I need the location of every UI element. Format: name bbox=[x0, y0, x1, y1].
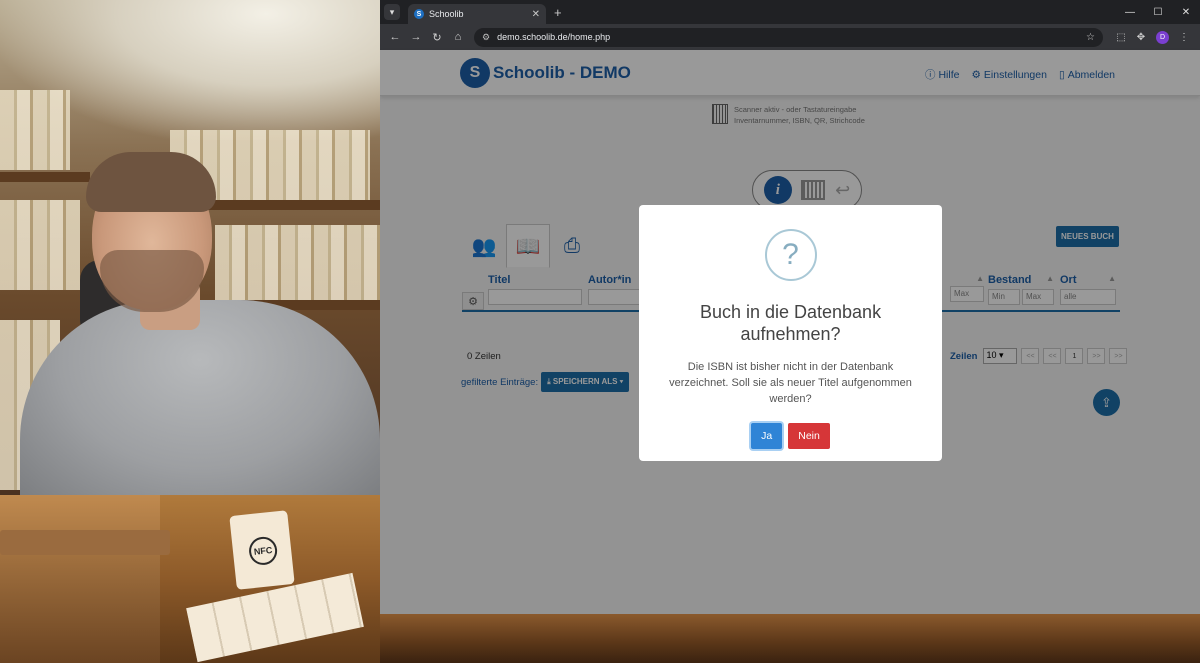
browser-tab[interactable]: S Schoolib ✕ bbox=[408, 4, 546, 24]
bookshelf bbox=[0, 90, 70, 170]
question-icon: ? bbox=[764, 229, 817, 281]
desk-strip bbox=[380, 614, 1200, 663]
menu-icon[interactable]: ⋮ bbox=[1174, 32, 1194, 43]
reload-icon[interactable]: ↻ bbox=[428, 31, 446, 44]
nfc-logo: NFC bbox=[247, 535, 279, 567]
tab-search-button[interactable]: ▾ bbox=[384, 4, 400, 20]
webcam-video bbox=[0, 0, 380, 495]
desk-left-panel bbox=[0, 495, 160, 663]
schoolib-favicon-icon: S bbox=[414, 9, 424, 19]
barcode-labels bbox=[186, 572, 364, 663]
dialog-buttons: Ja Nein bbox=[639, 423, 942, 449]
dialog-title: Buch in die Datenbank aufnehmen? bbox=[699, 302, 882, 344]
address-bar[interactable]: ⚙ demo.schoolib.de/home.php ☆ bbox=[474, 27, 1103, 47]
no-button[interactable]: Nein bbox=[788, 423, 830, 449]
home-icon[interactable]: ⌂ bbox=[449, 31, 467, 43]
profile-avatar[interactable]: D bbox=[1156, 30, 1169, 44]
tab-title: Schoolib bbox=[429, 9, 464, 19]
person-hair bbox=[86, 152, 216, 212]
bookshelf bbox=[0, 200, 80, 290]
browser-window: ▾ S Schoolib ✕ + — ☐ ✕ ← → ↻ ⌂ ⚙ demo.sc… bbox=[380, 0, 1200, 614]
confirm-dialog: ? Buch in die Datenbank aufnehmen? Die I… bbox=[639, 205, 942, 461]
back-icon[interactable]: ← bbox=[386, 31, 404, 43]
shelf-board bbox=[0, 172, 90, 182]
desk-scene: NFC bbox=[0, 495, 380, 663]
yes-button[interactable]: Ja bbox=[751, 423, 783, 449]
dialog-text: Die ISBN ist bisher nicht in der Datenba… bbox=[669, 361, 912, 405]
tab-bar: ▾ S Schoolib ✕ + — ☐ ✕ bbox=[380, 0, 1200, 24]
maximize-icon[interactable]: ☐ bbox=[1144, 0, 1172, 24]
extensions-icon[interactable]: ✥ bbox=[1131, 32, 1151, 43]
new-tab-button[interactable]: + bbox=[554, 5, 562, 20]
browser-toolbar: ← → ↻ ⌂ ⚙ demo.schoolib.de/home.php ☆ ⬚ … bbox=[380, 24, 1200, 50]
minimize-icon[interactable]: — bbox=[1116, 0, 1144, 24]
site-info-icon[interactable]: ⚙ bbox=[482, 32, 490, 43]
nfc-card: NFC bbox=[229, 510, 295, 590]
desk-book bbox=[0, 530, 170, 555]
cast-icon[interactable]: ⬚ bbox=[1111, 32, 1131, 43]
forward-icon[interactable]: → bbox=[407, 31, 425, 43]
close-tab-icon[interactable]: ✕ bbox=[532, 9, 540, 20]
person-sweater bbox=[20, 300, 380, 495]
close-window-icon[interactable]: ✕ bbox=[1172, 0, 1200, 24]
bookshelf bbox=[215, 225, 380, 300]
window-controls: — ☐ ✕ bbox=[1116, 0, 1200, 24]
bookmark-star-icon[interactable]: ☆ bbox=[1086, 32, 1095, 43]
url-text: demo.schoolib.de/home.php bbox=[497, 32, 611, 42]
